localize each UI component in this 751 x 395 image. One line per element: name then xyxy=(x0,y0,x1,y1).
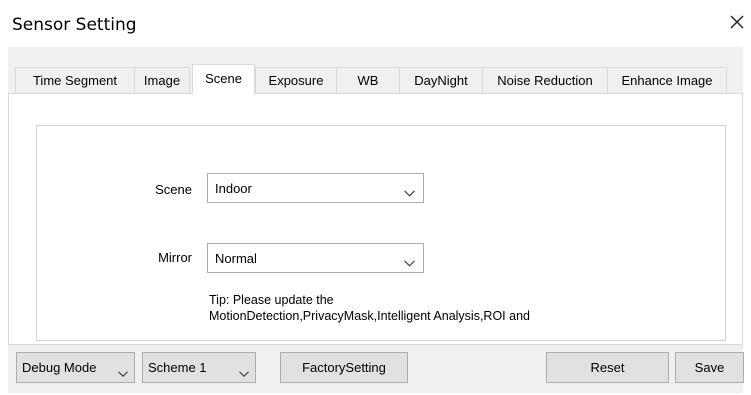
tab-scene[interactable]: Scene xyxy=(192,64,255,94)
chevron-down-icon xyxy=(118,365,128,380)
tab-enhance-image[interactable]: Enhance Image xyxy=(607,67,727,93)
close-icon[interactable] xyxy=(726,11,748,33)
scene-select[interactable]: Indoor xyxy=(207,173,424,203)
mirror-select[interactable]: Normal xyxy=(207,243,424,273)
tab-label: Noise Reduction xyxy=(497,73,593,88)
tab-label: Image xyxy=(143,73,181,88)
scheme-value: Scheme 1 xyxy=(148,360,207,375)
factory-setting-button[interactable]: FactorySetting xyxy=(280,352,408,383)
tab-label: Scene xyxy=(205,71,242,86)
chevron-down-icon xyxy=(239,365,249,380)
reset-button[interactable]: Reset xyxy=(546,352,669,383)
tab-noise-reduction[interactable]: Noise Reduction xyxy=(482,67,608,93)
tip-line-1: Tip: Please update the xyxy=(209,293,334,307)
mirror-value: Normal xyxy=(215,251,257,266)
tab-wb[interactable]: WB xyxy=(336,67,400,93)
tab-time-segment[interactable]: Time Segment xyxy=(15,67,135,93)
tab-image[interactable]: Image xyxy=(134,67,190,93)
tip-line-2: MotionDetection,PrivacyMask,Intelligent … xyxy=(209,309,530,323)
tab-label: Exposure xyxy=(268,73,324,88)
chevron-down-icon xyxy=(404,185,415,200)
tab-label: Time Segment xyxy=(32,73,118,88)
tip-text: Tip: Please update the MotionDetection,P… xyxy=(209,292,530,324)
title-bar: Sensor Setting xyxy=(0,0,751,46)
tab-exposure[interactable]: Exposure xyxy=(255,67,337,93)
window-title: Sensor Setting xyxy=(12,15,137,35)
save-button[interactable]: Save xyxy=(675,352,744,383)
mirror-label: Mirror xyxy=(158,250,192,265)
chevron-down-icon xyxy=(404,255,415,270)
scene-value: Indoor xyxy=(215,181,252,196)
debug-mode-dropdown[interactable]: Debug Mode xyxy=(16,352,135,383)
tab-label: Enhance Image xyxy=(621,73,713,88)
tab-label: DayNight xyxy=(414,73,468,88)
tab-daynight[interactable]: DayNight xyxy=(399,67,483,93)
debug-mode-value: Debug Mode xyxy=(22,360,97,375)
tab-label: WB xyxy=(357,73,379,88)
scene-label: Scene xyxy=(155,182,192,197)
scheme-dropdown[interactable]: Scheme 1 xyxy=(142,352,256,383)
